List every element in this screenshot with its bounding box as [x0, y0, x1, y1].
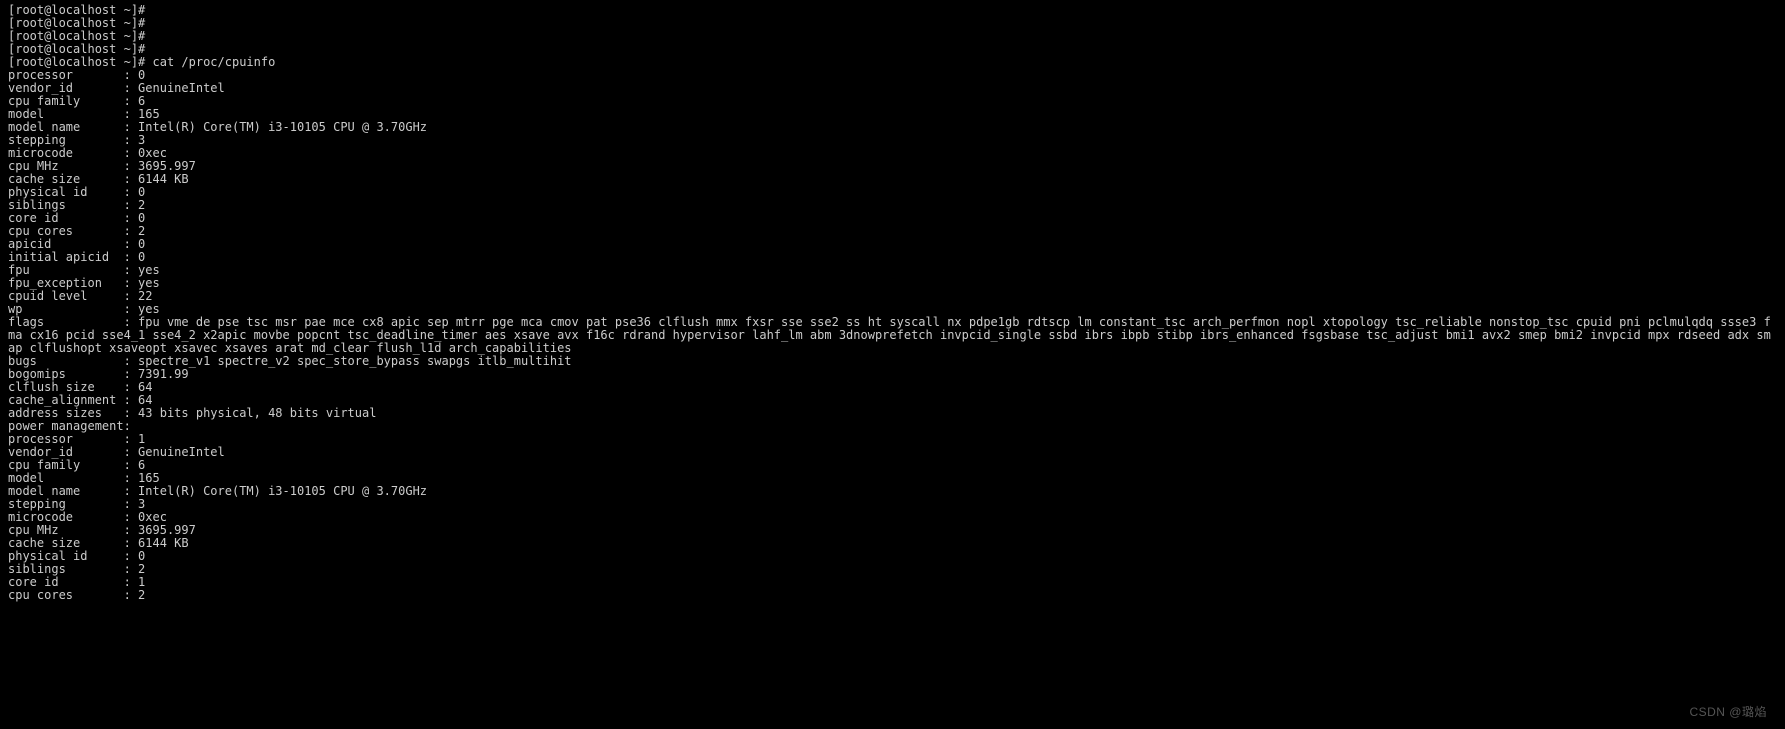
terminal-line: cpuid level : 22 — [8, 290, 1777, 303]
terminal-line: physical id : 0 — [8, 186, 1777, 199]
terminal-line: siblings : 2 — [8, 199, 1777, 212]
terminal-line: cpu MHz : 3695.997 — [8, 160, 1777, 173]
terminal-line: stepping : 3 — [8, 498, 1777, 511]
terminal-output[interactable]: [root@localhost ~]#[root@localhost ~]#[r… — [8, 4, 1777, 602]
terminal-line: physical id : 0 — [8, 550, 1777, 563]
terminal-line: cpu family : 6 — [8, 95, 1777, 108]
terminal-line: cpu cores : 2 — [8, 225, 1777, 238]
terminal-line: siblings : 2 — [8, 563, 1777, 576]
terminal-line: bogomips : 7391.99 — [8, 368, 1777, 381]
terminal-line: processor : 1 — [8, 433, 1777, 446]
terminal-line: fpu_exception : yes — [8, 277, 1777, 290]
terminal-line: cache size : 6144 KB — [8, 173, 1777, 186]
terminal-line: power management: — [8, 420, 1777, 433]
terminal-line: microcode : 0xec — [8, 511, 1777, 524]
terminal-line: stepping : 3 — [8, 134, 1777, 147]
terminal-line: microcode : 0xec — [8, 147, 1777, 160]
terminal-line: processor : 0 — [8, 69, 1777, 82]
shell-prompt: [root@localhost ~]# — [8, 4, 1777, 17]
terminal-line: cache size : 6144 KB — [8, 537, 1777, 550]
terminal-line: cpu MHz : 3695.997 — [8, 524, 1777, 537]
cpu-flags: flags : fpu vme de pse tsc msr pae mce c… — [8, 316, 1777, 355]
terminal-line: clflush size : 64 — [8, 381, 1777, 394]
terminal-line: initial apicid : 0 — [8, 251, 1777, 264]
terminal-line: model name : Intel(R) Core(TM) i3-10105 … — [8, 485, 1777, 498]
terminal-line: address sizes : 43 bits physical, 48 bit… — [8, 407, 1777, 420]
shell-prompt: [root@localhost ~]# — [8, 30, 1777, 43]
terminal-line: model name : Intel(R) Core(TM) i3-10105 … — [8, 121, 1777, 134]
terminal-line: core id : 1 — [8, 576, 1777, 589]
terminal-line: bugs : spectre_v1 spectre_v2 spec_store_… — [8, 355, 1777, 368]
watermark: CSDN @璐焰 — [1689, 706, 1767, 719]
terminal-line: cpu family : 6 — [8, 459, 1777, 472]
terminal-line: core id : 0 — [8, 212, 1777, 225]
shell-command: [root@localhost ~]# cat /proc/cpuinfo — [8, 56, 1777, 69]
terminal-line: apicid : 0 — [8, 238, 1777, 251]
shell-prompt: [root@localhost ~]# — [8, 17, 1777, 30]
terminal-line: vendor_id : GenuineIntel — [8, 446, 1777, 459]
terminal-line: vendor_id : GenuineIntel — [8, 82, 1777, 95]
terminal-line: cpu cores : 2 — [8, 589, 1777, 602]
terminal-line: fpu : yes — [8, 264, 1777, 277]
